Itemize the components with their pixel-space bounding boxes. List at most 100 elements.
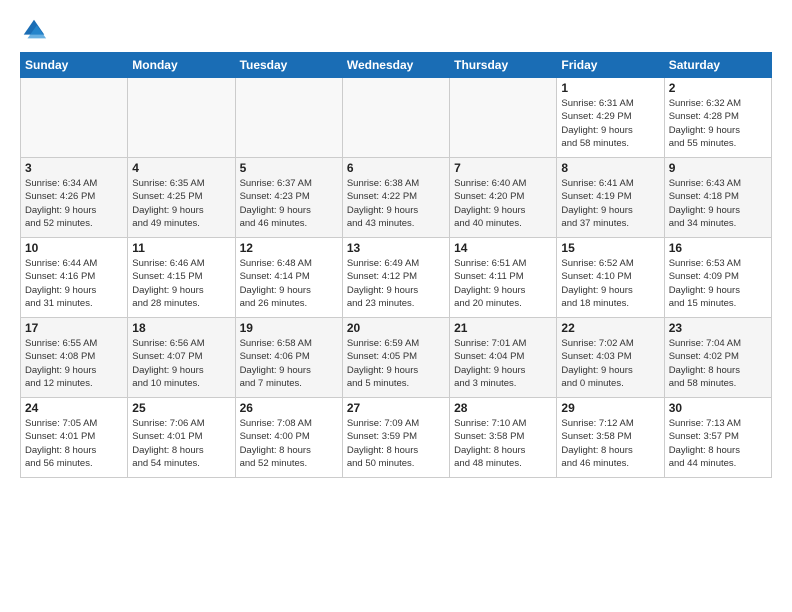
day-number: 12: [240, 241, 338, 255]
calendar-cell: 14 Sunrise: 6:51 AM Sunset: 4:11 PM Dayli…: [450, 238, 557, 318]
day-info: Sunrise: 7:12 AM Sunset: 3:58 PM Dayligh…: [561, 417, 659, 470]
day-number: 5: [240, 161, 338, 175]
day-number: 1: [561, 81, 659, 95]
calendar-cell: 23 Sunrise: 7:04 AM Sunset: 4:02 PM Dayli…: [664, 318, 771, 398]
calendar-cell: 10Sunrise: 6:44 AM Sunset: 4:16 PM Dayli…: [21, 238, 128, 318]
calendar-week-1: 1 Sunrise: 6:31 AM Sunset: 4:29 PM Daylig…: [21, 78, 772, 158]
day-number: 9: [669, 161, 767, 175]
day-info: Sunrise: 6:58 AM Sunset: 4:06 PM Dayligh…: [240, 337, 338, 390]
day-info: Sunrise: 7:13 AM Sunset: 3:57 PM Dayligh…: [669, 417, 767, 470]
day-info: Sunrise: 7:04 AM Sunset: 4:02 PM Dayligh…: [669, 337, 767, 390]
calendar-cell: 6Sunrise: 6:38 AM Sunset: 4:22 PM Daylig…: [342, 158, 449, 238]
day-number: 24: [25, 401, 123, 415]
day-info: Sunrise: 7:06 AM Sunset: 4:01 PM Dayligh…: [132, 417, 230, 470]
day-number: 7: [454, 161, 552, 175]
calendar-cell: 22 Sunrise: 7:02 AM Sunset: 4:03 PM Dayli…: [557, 318, 664, 398]
day-number: 29: [561, 401, 659, 415]
calendar-week-5: 24 Sunrise: 7:05 AM Sunset: 4:01 PM Dayli…: [21, 398, 772, 478]
day-info: Sunrise: 7:02 AM Sunset: 4:03 PM Dayligh…: [561, 337, 659, 390]
day-number: 26: [240, 401, 338, 415]
weekday-header-friday: Friday: [557, 53, 664, 78]
calendar-cell: 13 Sunrise: 6:49 AM Sunset: 4:12 PM Dayli…: [342, 238, 449, 318]
day-info: Sunrise: 7:10 AM Sunset: 3:58 PM Dayligh…: [454, 417, 552, 470]
calendar-cell: 16 Sunrise: 6:53 AM Sunset: 4:09 PM Dayli…: [664, 238, 771, 318]
calendar-cell: [342, 78, 449, 158]
day-number: 27: [347, 401, 445, 415]
day-info: Sunrise: 6:49 AM Sunset: 4:12 PM Dayligh…: [347, 257, 445, 310]
calendar-week-4: 17Sunrise: 6:55 AM Sunset: 4:08 PM Dayli…: [21, 318, 772, 398]
calendar-cell: 1 Sunrise: 6:31 AM Sunset: 4:29 PM Daylig…: [557, 78, 664, 158]
calendar-cell: [21, 78, 128, 158]
calendar-cell: 27 Sunrise: 7:09 AM Sunset: 3:59 PM Dayli…: [342, 398, 449, 478]
calendar-cell: 12 Sunrise: 6:48 AM Sunset: 4:14 PM Dayli…: [235, 238, 342, 318]
page-header: [20, 16, 772, 44]
calendar-week-2: 3 Sunrise: 6:34 AM Sunset: 4:26 PM Daylig…: [21, 158, 772, 238]
calendar-cell: 26 Sunrise: 7:08 AM Sunset: 4:00 PM Dayli…: [235, 398, 342, 478]
day-number: 22: [561, 321, 659, 335]
day-info: Sunrise: 6:52 AM Sunset: 4:10 PM Dayligh…: [561, 257, 659, 310]
calendar-cell: [235, 78, 342, 158]
calendar-header: SundayMondayTuesdayWednesdayThursdayFrid…: [21, 53, 772, 78]
day-number: 21: [454, 321, 552, 335]
calendar-cell: 2 Sunrise: 6:32 AM Sunset: 4:28 PM Daylig…: [664, 78, 771, 158]
calendar-body: 1 Sunrise: 6:31 AM Sunset: 4:29 PM Daylig…: [21, 78, 772, 478]
logo: [20, 16, 50, 44]
calendar-cell: 20 Sunrise: 6:59 AM Sunset: 4:05 PM Dayli…: [342, 318, 449, 398]
calendar-cell: 25Sunrise: 7:06 AM Sunset: 4:01 PM Dayli…: [128, 398, 235, 478]
day-number: 2: [669, 81, 767, 95]
day-info: Sunrise: 6:59 AM Sunset: 4:05 PM Dayligh…: [347, 337, 445, 390]
weekday-header-thursday: Thursday: [450, 53, 557, 78]
day-number: 16: [669, 241, 767, 255]
day-info: Sunrise: 6:55 AM Sunset: 4:08 PM Dayligh…: [25, 337, 123, 390]
day-info: Sunrise: 7:09 AM Sunset: 3:59 PM Dayligh…: [347, 417, 445, 470]
day-number: 14: [454, 241, 552, 255]
day-number: 19: [240, 321, 338, 335]
weekday-header-saturday: Saturday: [664, 53, 771, 78]
calendar-cell: 17Sunrise: 6:55 AM Sunset: 4:08 PM Dayli…: [21, 318, 128, 398]
day-number: 18: [132, 321, 230, 335]
calendar-page: SundayMondayTuesdayWednesdayThursdayFrid…: [0, 0, 792, 488]
calendar-cell: 8Sunrise: 6:41 AM Sunset: 4:19 PM Daylig…: [557, 158, 664, 238]
calendar-cell: 19 Sunrise: 6:58 AM Sunset: 4:06 PM Dayli…: [235, 318, 342, 398]
day-number: 20: [347, 321, 445, 335]
calendar-table: SundayMondayTuesdayWednesdayThursdayFrid…: [20, 52, 772, 478]
day-number: 28: [454, 401, 552, 415]
day-info: Sunrise: 6:53 AM Sunset: 4:09 PM Dayligh…: [669, 257, 767, 310]
day-info: Sunrise: 6:31 AM Sunset: 4:29 PM Dayligh…: [561, 97, 659, 150]
day-number: 4: [132, 161, 230, 175]
day-info: Sunrise: 6:51 AM Sunset: 4:11 PM Dayligh…: [454, 257, 552, 310]
weekday-header-wednesday: Wednesday: [342, 53, 449, 78]
day-number: 11: [132, 241, 230, 255]
day-info: Sunrise: 6:35 AM Sunset: 4:25 PM Dayligh…: [132, 177, 230, 230]
day-info: Sunrise: 7:01 AM Sunset: 4:04 PM Dayligh…: [454, 337, 552, 390]
calendar-cell: 21 Sunrise: 7:01 AM Sunset: 4:04 PM Dayli…: [450, 318, 557, 398]
day-number: 10: [25, 241, 123, 255]
day-info: Sunrise: 7:05 AM Sunset: 4:01 PM Dayligh…: [25, 417, 123, 470]
day-info: Sunrise: 7:08 AM Sunset: 4:00 PM Dayligh…: [240, 417, 338, 470]
calendar-cell: 15 Sunrise: 6:52 AM Sunset: 4:10 PM Dayli…: [557, 238, 664, 318]
calendar-cell: 3 Sunrise: 6:34 AM Sunset: 4:26 PM Daylig…: [21, 158, 128, 238]
day-info: Sunrise: 6:32 AM Sunset: 4:28 PM Dayligh…: [669, 97, 767, 150]
day-info: Sunrise: 6:37 AM Sunset: 4:23 PM Dayligh…: [240, 177, 338, 230]
day-info: Sunrise: 6:38 AM Sunset: 4:22 PM Dayligh…: [347, 177, 445, 230]
day-info: Sunrise: 6:48 AM Sunset: 4:14 PM Dayligh…: [240, 257, 338, 310]
calendar-cell: 9Sunrise: 6:43 AM Sunset: 4:18 PM Daylig…: [664, 158, 771, 238]
calendar-cell: 29 Sunrise: 7:12 AM Sunset: 3:58 PM Dayli…: [557, 398, 664, 478]
day-number: 15: [561, 241, 659, 255]
day-info: Sunrise: 6:34 AM Sunset: 4:26 PM Dayligh…: [25, 177, 123, 230]
calendar-cell: 11 Sunrise: 6:46 AM Sunset: 4:15 PM Dayli…: [128, 238, 235, 318]
day-number: 23: [669, 321, 767, 335]
day-number: 13: [347, 241, 445, 255]
calendar-cell: 28 Sunrise: 7:10 AM Sunset: 3:58 PM Dayli…: [450, 398, 557, 478]
calendar-cell: 7Sunrise: 6:40 AM Sunset: 4:20 PM Daylig…: [450, 158, 557, 238]
calendar-week-3: 10Sunrise: 6:44 AM Sunset: 4:16 PM Dayli…: [21, 238, 772, 318]
weekday-header-tuesday: Tuesday: [235, 53, 342, 78]
calendar-cell: [128, 78, 235, 158]
calendar-cell: [450, 78, 557, 158]
calendar-cell: 4 Sunrise: 6:35 AM Sunset: 4:25 PM Daylig…: [128, 158, 235, 238]
day-number: 3: [25, 161, 123, 175]
day-info: Sunrise: 6:41 AM Sunset: 4:19 PM Dayligh…: [561, 177, 659, 230]
weekday-header-sunday: Sunday: [21, 53, 128, 78]
weekday-row: SundayMondayTuesdayWednesdayThursdayFrid…: [21, 53, 772, 78]
day-info: Sunrise: 6:46 AM Sunset: 4:15 PM Dayligh…: [132, 257, 230, 310]
